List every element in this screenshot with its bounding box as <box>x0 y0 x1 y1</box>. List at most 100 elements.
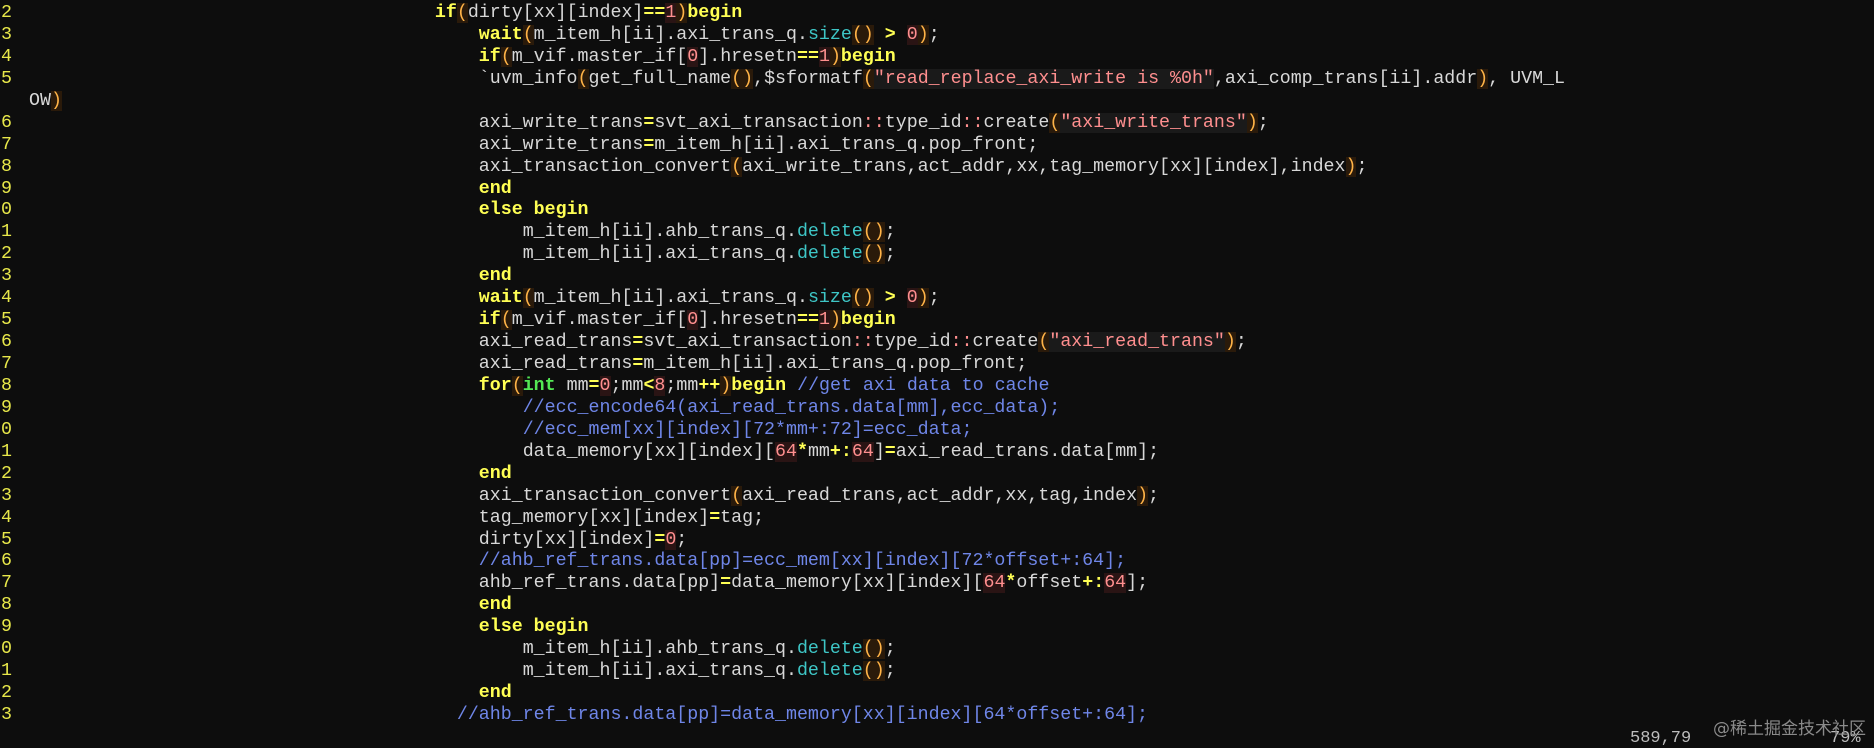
code-line[interactable]: 0 //ecc_mem[xx][index][72*mm+:72]=ecc_da… <box>0 420 1874 442</box>
line-number: 7 <box>1 354 12 374</box>
code-line[interactable]: 3 axi_transaction_convert(axi_read_trans… <box>0 485 1874 508</box>
token: ( <box>500 310 512 331</box>
code-line[interactable]: 7 axi_write_trans=m_item_h[ii].axi_trans… <box>0 135 1874 157</box>
code-text: end <box>29 464 512 486</box>
code-line[interactable]: 2 m_item_h[ii].axi_trans_q.delete(); <box>0 244 1874 266</box>
token: ; <box>1148 485 1160 506</box>
token: ) <box>50 90 62 111</box>
code-editor[interactable]: 2 if(dirty[xx][index]==1)begin 3 wait(m_i… <box>0 3 1874 727</box>
token: * <box>1005 573 1017 594</box>
code-line[interactable]: 1 m_item_h[ii].axi_trans_q.delete(); <box>0 661 1874 683</box>
token: = <box>643 112 655 133</box>
token: () <box>862 661 885 682</box>
line-number <box>0 91 29 113</box>
code-line[interactable]: 2 if(dirty[xx][index]==1)begin <box>0 3 1874 25</box>
code-text: tag_memory[xx][index]=tag; <box>29 508 764 530</box>
code-line[interactable]: 8 end <box>0 595 1874 617</box>
token: ( <box>511 375 523 396</box>
code-line[interactable]: 3 end <box>0 266 1874 288</box>
token: == <box>643 3 666 23</box>
code-line[interactable]: 6 axi_write_trans=svt_axi_transaction::t… <box>0 112 1874 135</box>
line-number: 4 <box>1 507 12 528</box>
token: m_item_h[ii].axi_trans_q.pop_front; <box>643 354 1028 374</box>
token: if <box>478 310 501 331</box>
token: = <box>588 375 600 396</box>
token: () <box>862 244 885 265</box>
code-line[interactable]: 9 end <box>0 179 1874 201</box>
watermark: @稀土掘金技术社区 <box>1713 719 1866 739</box>
line-number: 3 <box>1 266 12 287</box>
line-number: 1 <box>1 441 12 462</box>
token: ( <box>456 3 468 23</box>
token: ]; <box>1126 573 1149 594</box>
token: m_vif.master_if[ <box>511 310 688 331</box>
code-line[interactable]: 6 axi_read_trans=svt_axi_transaction::ty… <box>0 332 1874 354</box>
code-line[interactable]: 2 end <box>0 683 1874 705</box>
code-text: data_memory[xx][index][64*mm+:64]=axi_re… <box>29 441 1159 464</box>
code-line[interactable]: 8 axi_transaction_convert(axi_write_tran… <box>0 156 1874 179</box>
line-number: 9 <box>1 397 12 418</box>
code-text: end <box>29 179 512 201</box>
code-line[interactable]: 1 m_item_h[ii].ahb_trans_q.delete(); <box>0 222 1874 244</box>
code-line[interactable]: 3 wait(m_item_h[ii].axi_trans_q.size() >… <box>0 24 1874 47</box>
code-line[interactable]: 4 tag_memory[xx][index]=tag; <box>0 508 1874 530</box>
code-line[interactable]: 5 if(m_vif.master_if[0].hresetn==1)begin <box>0 310 1874 332</box>
token: size <box>807 288 852 309</box>
token: "axi_read_trans" <box>1049 332 1225 353</box>
token: int <box>522 375 556 396</box>
token: ) <box>1345 156 1357 177</box>
code-line[interactable]: 9 //ecc_encode64(axi_read_trans.data[mm]… <box>0 398 1874 420</box>
token: ) <box>676 3 688 23</box>
token: axi_read_trans <box>478 332 633 353</box>
code-text: if(dirty[xx][index]==1)begin <box>29 3 742 25</box>
code-line[interactable]: 5 dirty[xx][index]=0; <box>0 529 1874 552</box>
line-number: 2 <box>1 683 12 704</box>
code-line[interactable]: 4 wait(m_item_h[ii].axi_trans_q.size() >… <box>0 288 1874 310</box>
line-number: 6 <box>1 332 12 353</box>
token: ; <box>928 288 940 309</box>
code-line[interactable]: 1 data_memory[xx][index][64*mm+:64]=axi_… <box>0 441 1874 464</box>
token: data_memory[xx][index][ <box>522 441 776 462</box>
code-line[interactable]: 0 m_item_h[ii].ahb_trans_q.delete(); <box>0 639 1874 661</box>
token: > <box>884 288 896 309</box>
token: end <box>478 463 512 484</box>
token: ( <box>522 288 534 309</box>
token: :: <box>961 112 984 133</box>
line-number: 8 <box>1 375 12 396</box>
token: else begin <box>478 617 589 638</box>
code-text: ahb_ref_trans.data[pp]=data_memory[xx][i… <box>29 573 1148 595</box>
token: 64 <box>851 441 874 462</box>
token: = <box>632 332 644 353</box>
code-line[interactable]: OW) <box>0 90 1874 113</box>
token: if <box>434 3 457 23</box>
code-line[interactable]: 2 end <box>0 464 1874 486</box>
line-number: 7 <box>1 134 12 155</box>
token: create <box>972 332 1039 353</box>
token: :: <box>950 332 973 353</box>
token: == <box>797 46 819 67</box>
token: get_full_name <box>588 68 732 89</box>
token: 0 <box>906 288 918 309</box>
code-line[interactable]: 6 //ahb_ref_trans.data[pp]=ecc_mem[xx][i… <box>0 551 1874 573</box>
code-line[interactable]: 0 else begin <box>0 200 1874 222</box>
token: ( <box>500 46 512 67</box>
code-line[interactable]: 8 for(int mm=0;mm<8;mm++)begin //get axi… <box>0 375 1874 398</box>
token: if <box>478 46 501 67</box>
token: ) <box>1137 485 1149 506</box>
code-line[interactable]: 7 axi_read_trans=m_item_h[ii].axi_trans_… <box>0 354 1874 376</box>
token: ) <box>917 288 929 309</box>
code-line[interactable]: 9 else begin <box>0 617 1874 639</box>
token: wait <box>478 288 523 309</box>
token: ++ <box>698 375 721 396</box>
token: () <box>851 288 874 309</box>
code-line[interactable]: 7 ahb_ref_trans.data[pp]=data_memory[xx]… <box>0 573 1874 595</box>
code-line[interactable]: 5 `uvm_info(get_full_name(),$sformatf("r… <box>0 68 1874 91</box>
token: ( <box>731 156 743 177</box>
code-line[interactable]: 4 if(m_vif.master_if[0].hresetn==1)begin <box>0 46 1874 69</box>
token: wait <box>478 24 523 45</box>
token: +: <box>1082 573 1105 594</box>
token: 64 <box>983 573 1006 594</box>
code-line[interactable]: 3 //ahb_ref_trans.data[pp]=data_memory[x… <box>0 705 1874 727</box>
token: ].hresetn <box>698 310 797 331</box>
